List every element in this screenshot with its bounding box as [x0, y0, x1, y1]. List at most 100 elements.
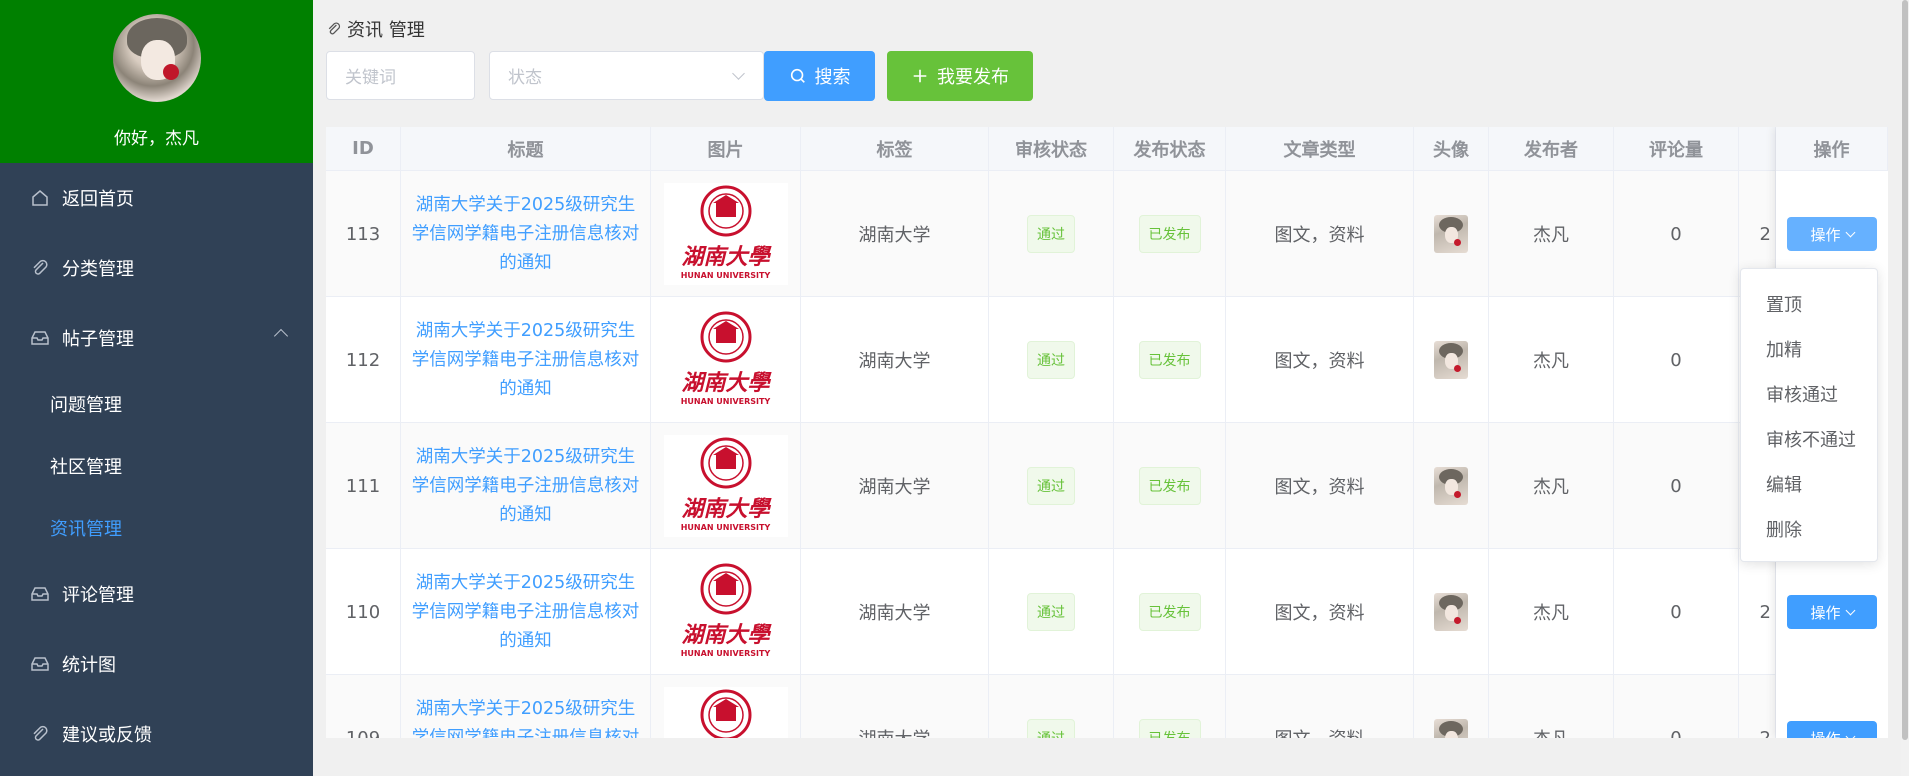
sidebar-item-category[interactable]: 分类管理 — [0, 233, 313, 303]
breadcrumb: 资讯 管理 — [326, 16, 425, 42]
publish-status-badge: 已发布 — [1138, 593, 1201, 631]
hnu-logo-image[interactable]: 湖南大學HUNAN UNIVERSITY — [663, 309, 788, 411]
cell-avatar — [1414, 171, 1489, 297]
title-link[interactable]: 湖南大学关于2025级研究生学信网学籍电子注册信息核对的通知 — [401, 191, 650, 278]
sidebar-item-stats[interactable]: 统计图 — [0, 629, 313, 699]
avatar[interactable] — [1434, 593, 1468, 631]
avatar[interactable] — [1434, 341, 1468, 379]
cell-id: 113 — [326, 171, 401, 297]
audit-status-badge: 通过 — [1027, 215, 1075, 253]
avatar[interactable] — [1434, 467, 1468, 505]
cell-id: 112 — [326, 297, 401, 423]
cell-image: 湖南大學HUNAN UNIVERSITY — [651, 171, 801, 297]
table-row: 111 湖南大学关于2025级研究生学信网学籍电子注册信息核对的通知 湖南大學 HUN… — [326, 423, 1888, 549]
audit-status-badge: 通过 — [1027, 593, 1075, 631]
menu-item-approve[interactable]: 审核通过 — [1741, 371, 1877, 416]
sidebar-item-feedback[interactable]: 建议或反馈 — [0, 699, 313, 769]
cell-id: 109 — [326, 675, 401, 738]
cell-id: 110 — [326, 549, 401, 675]
sidebar-item-label: 帖子管理 — [62, 329, 134, 350]
cell-extra: 2 — [1739, 549, 1776, 675]
cell-title: 湖南大学关于2025级研究生学信网学籍电子注册信息核对的通知 — [401, 549, 651, 675]
avatar[interactable] — [1434, 215, 1468, 253]
col-type: 文章类型 — [1226, 127, 1414, 171]
title-link[interactable]: 湖南大学关于2025级研究生学信网学籍电子注册信息核对的通知 — [401, 569, 650, 656]
cell-audit: 通过 — [989, 423, 1114, 549]
chevron-down-icon — [1845, 605, 1855, 615]
menu-item-pin[interactable]: 置顶 — [1741, 281, 1877, 326]
col-image: 图片 — [651, 127, 801, 171]
page-scrollbar[interactable] — [1901, 0, 1909, 776]
sidebar-item-news[interactable]: 资讯管理 — [0, 497, 313, 559]
hnu-logo-image[interactable]: 湖南大學HUNAN UNIVERSITY — [663, 183, 788, 285]
menu-item-reject[interactable]: 审核不通过 — [1741, 416, 1877, 461]
cell-author: 杰凡 — [1489, 297, 1614, 423]
title-link[interactable]: 湖南大学关于2025级研究生学信网学籍电子注册信息核对的通知 — [401, 317, 650, 404]
keyword-placeholder: 关键词 — [345, 68, 396, 88]
cell-audit: 通过 — [989, 297, 1114, 423]
plus-icon — [913, 69, 927, 83]
avatar[interactable] — [1434, 719, 1468, 738]
chevron-down-icon — [1845, 227, 1855, 237]
publish-status-badge: 已发布 — [1138, 719, 1201, 738]
sidebar-item-label: 统计图 — [62, 655, 116, 676]
cell-publish: 已发布 — [1114, 549, 1226, 675]
cell-avatar — [1414, 675, 1489, 738]
cell-author: 杰凡 — [1489, 171, 1614, 297]
logo-text: 湖南大學 — [681, 244, 770, 270]
sidebar-item-home[interactable]: 返回首页 — [0, 163, 313, 233]
cell-audit: 通过 — [989, 549, 1114, 675]
cell-audit: 通过 — [989, 675, 1114, 738]
action-dropdown-button[interactable]: 操作 — [1787, 595, 1877, 629]
menu-item-delete[interactable]: 删除 — [1741, 506, 1877, 551]
cell-image: 湖南大學HUNAN UNIVERSITY — [651, 297, 801, 423]
cell-title: 湖南大学关于2025级研究生学信网学籍电子注册信息核对的通知 — [401, 675, 651, 738]
hnu-logo-image[interactable]: 湖南大學HUNAN UNIVERSITY — [663, 687, 788, 738]
cell-comments: 0 — [1614, 549, 1739, 675]
col-audit: 审核状态 — [989, 127, 1114, 171]
paperclip-icon — [328, 22, 341, 35]
keyword-input[interactable]: 关键词 — [326, 51, 475, 100]
cell-author: 杰凡 — [1489, 549, 1614, 675]
title-link[interactable]: 湖南大学关于2025级研究生学信网学籍电子注册信息核对的通知 — [401, 695, 650, 739]
audit-status-badge: 通过 — [1027, 719, 1075, 738]
cell-tag: 湖南大学 — [801, 171, 989, 297]
cell-author: 杰凡 — [1489, 675, 1614, 738]
action-dropdown-button[interactable]: 操作 — [1787, 217, 1877, 251]
inbox-icon — [31, 587, 49, 601]
menu-item-edit[interactable]: 编辑 — [1741, 461, 1877, 506]
cell-tag: 湖南大学 — [801, 297, 989, 423]
audit-status-badge: 通过 — [1027, 341, 1075, 379]
cell-publish: 已发布 — [1114, 297, 1226, 423]
action-dropdown-button[interactable]: 操作 — [1787, 721, 1877, 738]
inbox-icon — [31, 657, 49, 671]
col-author: 发布者 — [1489, 127, 1614, 171]
publish-status-badge: 已发布 — [1138, 341, 1201, 379]
sidebar-item-questions[interactable]: 问题管理 — [0, 373, 313, 435]
col-title: 标题 — [401, 127, 651, 171]
title-link[interactable]: 湖南大学关于2025级研究生学信网学籍电子注册信息核对的通知 — [401, 443, 650, 530]
publish-button[interactable]: 我要发布 — [887, 51, 1033, 101]
search-button[interactable]: 搜索 — [764, 51, 875, 101]
sidebar-item-community[interactable]: 社区管理 — [0, 435, 313, 497]
search-icon — [790, 68, 805, 83]
status-select[interactable]: 状态 — [489, 51, 764, 100]
cell-title: 湖南大学关于2025级研究生学信网学籍电子注册信息核对的通知 — [401, 297, 651, 423]
cell-avatar — [1414, 423, 1489, 549]
action-label: 操作 — [1810, 603, 1841, 622]
menu-item-feature[interactable]: 加精 — [1741, 326, 1877, 371]
col-comments: 评论量 — [1614, 127, 1739, 171]
sidebar-item-posts[interactable]: 帖子管理 — [0, 303, 313, 373]
cell-publish: 已发布 — [1114, 675, 1226, 738]
hnu-logo-image[interactable]: 湖南大學HUNAN UNIVERSITY — [663, 561, 788, 663]
hnu-logo-image[interactable]: 湖南大學HUNAN UNIVERSITY — [663, 435, 788, 537]
cell-tag: 湖南大学 — [801, 423, 989, 549]
sidebar: 你好，杰凡 返回首页 分类管理 帖子管理 问题管理 社区管理 资讯管理 评论管理… — [0, 0, 313, 776]
avatar[interactable] — [113, 14, 201, 102]
sidebar-item-comments[interactable]: 评论管理 — [0, 559, 313, 629]
cell-image: 湖南大學HUNAN UNIVERSITY — [651, 549, 801, 675]
search-label: 搜索 — [814, 67, 851, 88]
greeting-text: 你好，杰凡 — [114, 129, 199, 149]
sidebar-menu: 返回首页 分类管理 帖子管理 问题管理 社区管理 资讯管理 评论管理 统计图 建… — [0, 163, 313, 769]
table-row: 112 湖南大学关于2025级研究生学信网学籍电子注册信息核对的通知 湖南大學 HUN… — [326, 297, 1888, 423]
